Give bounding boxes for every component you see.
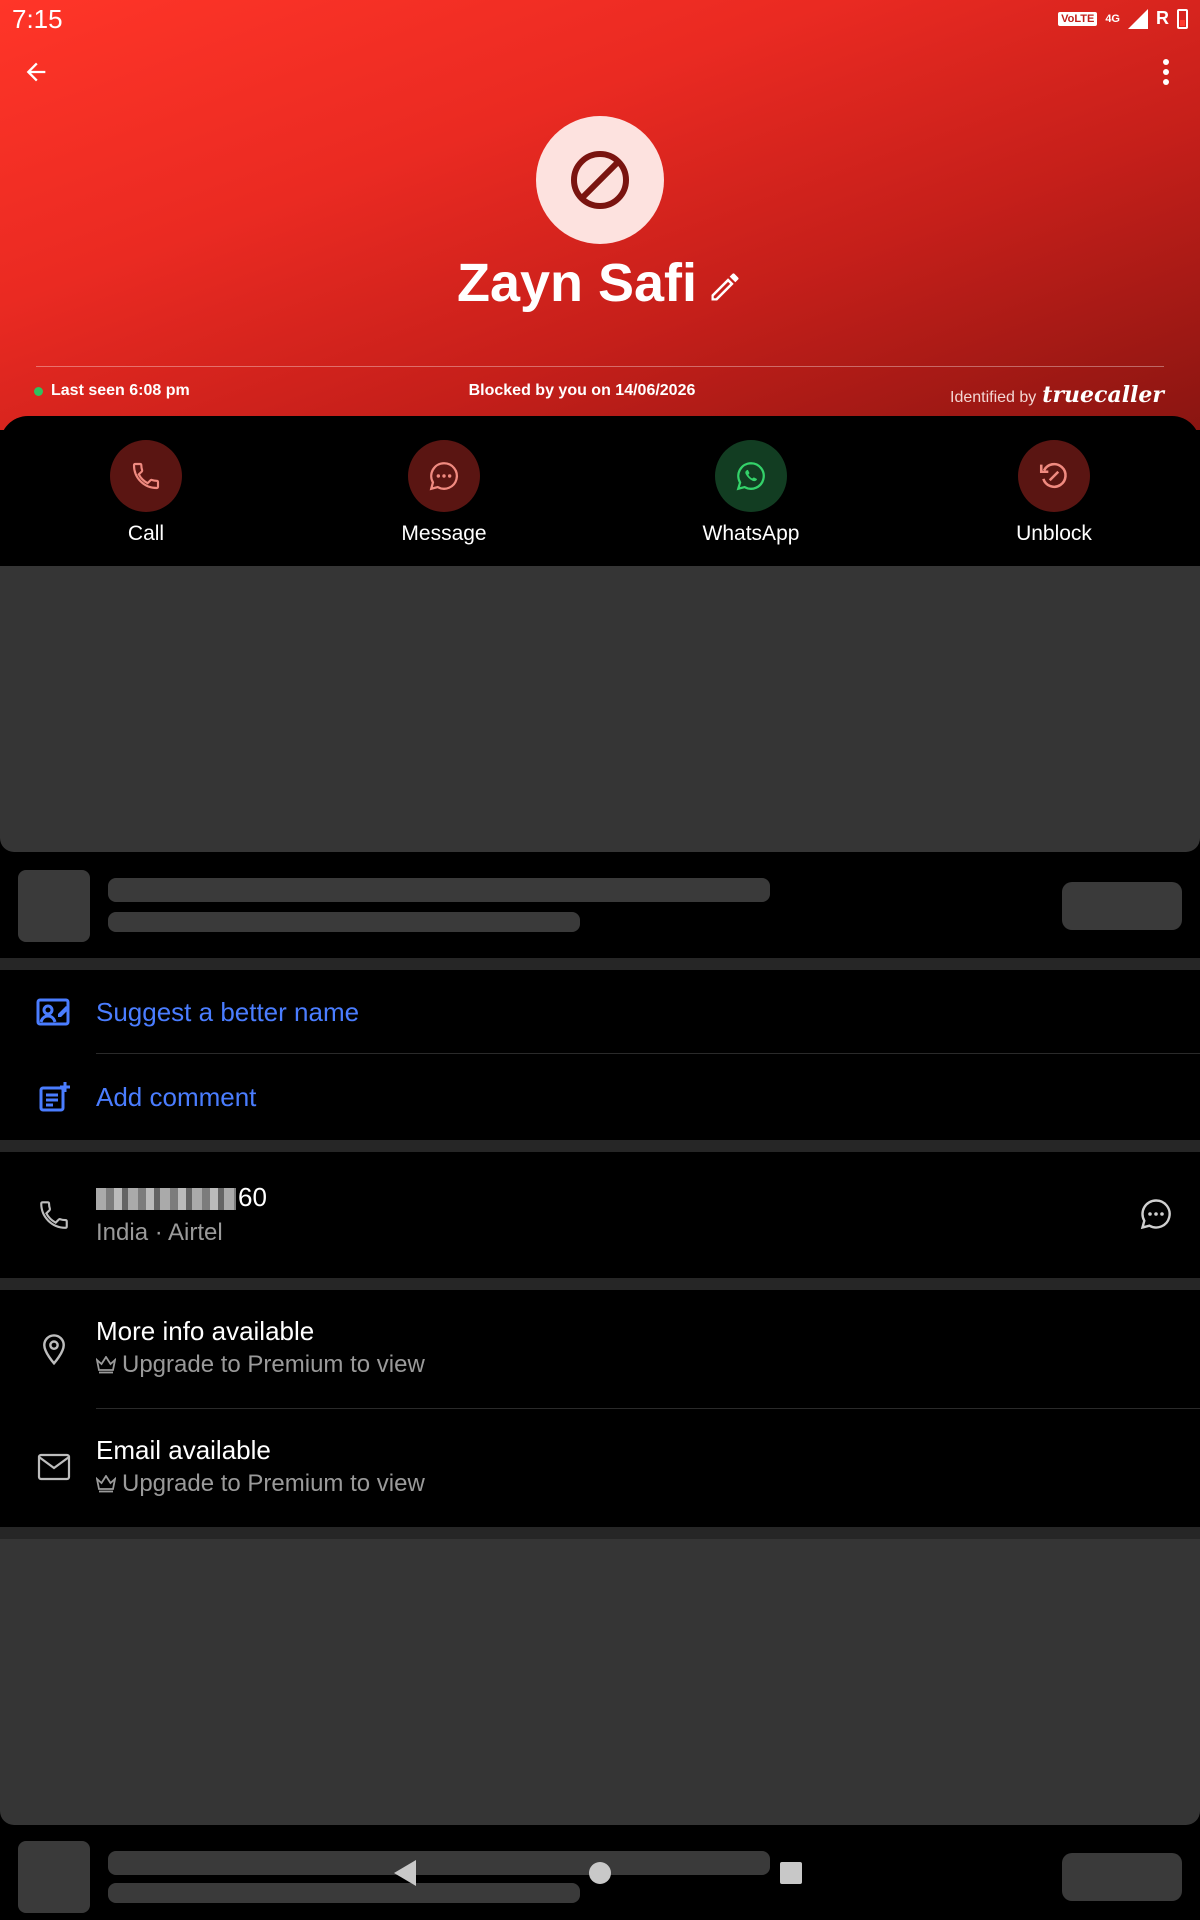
blocked-avatar (536, 116, 664, 244)
phone-row-icon (34, 1195, 74, 1235)
more-info-text: More info available Upgrade to Premium t… (96, 1316, 425, 1379)
email-text: Email available Upgrade to Premium to vi… (96, 1435, 425, 1498)
phone-details: India · Airtel (96, 1219, 223, 1246)
volte-icon: VoLTE (1058, 11, 1098, 26)
skeleton-line (108, 912, 580, 932)
section-separator (0, 1278, 1200, 1290)
email-row[interactable]: Email available Upgrade to Premium to vi… (0, 1409, 1200, 1527)
nav-home-icon[interactable] (587, 1860, 613, 1886)
more-info-title: More info available (96, 1316, 315, 1346)
call-button[interactable]: Call (66, 440, 226, 546)
message-circle (408, 440, 480, 512)
phone-number: 60 (96, 1182, 267, 1213)
blocked-icon (571, 151, 629, 209)
add-comment-label: Add comment (96, 1081, 257, 1112)
suggest-name-icon (34, 992, 74, 1032)
status-time: 7:15 (12, 4, 63, 34)
unblock-label: Unblock (1016, 522, 1092, 545)
message-button[interactable]: Message (364, 440, 524, 546)
whatsapp-button[interactable]: WhatsApp (671, 440, 831, 546)
add-comment-row[interactable]: Add comment (0, 1054, 1200, 1140)
truecaller-logo: truecaller (1042, 382, 1164, 408)
email-icon (34, 1447, 74, 1487)
skeleton-button (1062, 882, 1182, 930)
ad-placeholder (0, 1539, 1200, 1825)
contact-name: Zayn Safi (456, 253, 698, 313)
more-info-subtitle: Upgrade to Premium to view (96, 1351, 425, 1379)
redacted-digits (96, 1188, 236, 1211)
sms-button[interactable] (1138, 1196, 1174, 1237)
phone-number-suffix: 60 (238, 1182, 267, 1212)
network-type: 4G (1105, 12, 1120, 25)
nav-back-icon[interactable] (392, 1858, 418, 1888)
header-divider (36, 366, 1164, 367)
message-label: Message (401, 522, 487, 545)
message-icon (1140, 1199, 1171, 1230)
skeleton-line (108, 878, 770, 902)
email-upgrade-text: Upgrade to Premium to view (122, 1470, 425, 1497)
phone-icon (132, 462, 160, 490)
ad-placeholder (0, 566, 1200, 852)
suggest-name-row[interactable]: Suggest a better name (0, 970, 1200, 1054)
more-info-row[interactable]: More info available Upgrade to Premium t… (0, 1290, 1200, 1408)
status-icons: VoLTE 4G R (1058, 8, 1188, 29)
section-separator (0, 1140, 1200, 1152)
back-button[interactable] (16, 52, 56, 92)
location-icon (34, 1330, 74, 1370)
roaming-indicator: R (1156, 8, 1169, 28)
battery-icon (1177, 8, 1188, 29)
contact-header: 7:15 VoLTE 4G R Zayn Safi Last seen 6:08… (0, 0, 1200, 430)
name-row: Zayn Safi (0, 252, 1200, 314)
skeleton-thumb (18, 870, 90, 942)
email-subtitle: Upgrade to Premium to view (96, 1470, 425, 1498)
signal-icon (1128, 8, 1148, 29)
unblock-button[interactable]: Unblock (974, 440, 1134, 546)
ad-skeleton-row (0, 862, 1200, 962)
phone-number-row[interactable]: 60 India · Airtel (0, 1152, 1200, 1278)
back-arrow-icon (26, 62, 46, 82)
premium-crown-icon (96, 1475, 116, 1493)
whatsapp-icon (736, 462, 765, 491)
identified-by: Identified by truecaller (950, 382, 1164, 408)
unblock-icon (1039, 462, 1067, 489)
action-bar: Call Message WhatsApp Unblock (0, 416, 1200, 566)
system-nav-bar (0, 1840, 1200, 1920)
premium-crown-icon (96, 1356, 116, 1374)
call-circle (110, 440, 182, 512)
more-options-button[interactable] (1146, 52, 1186, 92)
section-separator (0, 1527, 1200, 1539)
edit-pencil-icon[interactable] (707, 269, 743, 305)
unblock-circle (1018, 440, 1090, 512)
more-vert-icon (1163, 59, 1169, 85)
whatsapp-circle (715, 440, 787, 512)
suggest-name-label: Suggest a better name (96, 996, 360, 1027)
message-icon (429, 462, 459, 491)
add-comment-icon (34, 1077, 74, 1117)
whatsapp-label: WhatsApp (702, 522, 800, 545)
identified-by-label: Identified by (950, 389, 1037, 406)
email-title: Email available (96, 1435, 271, 1465)
section-separator (0, 958, 1200, 970)
nav-recents-icon[interactable] (778, 1860, 804, 1886)
phone-number-block: 60 India · Airtel (96, 1182, 267, 1247)
call-label: Call (127, 522, 165, 545)
more-info-upgrade-text: Upgrade to Premium to view (122, 1351, 425, 1378)
